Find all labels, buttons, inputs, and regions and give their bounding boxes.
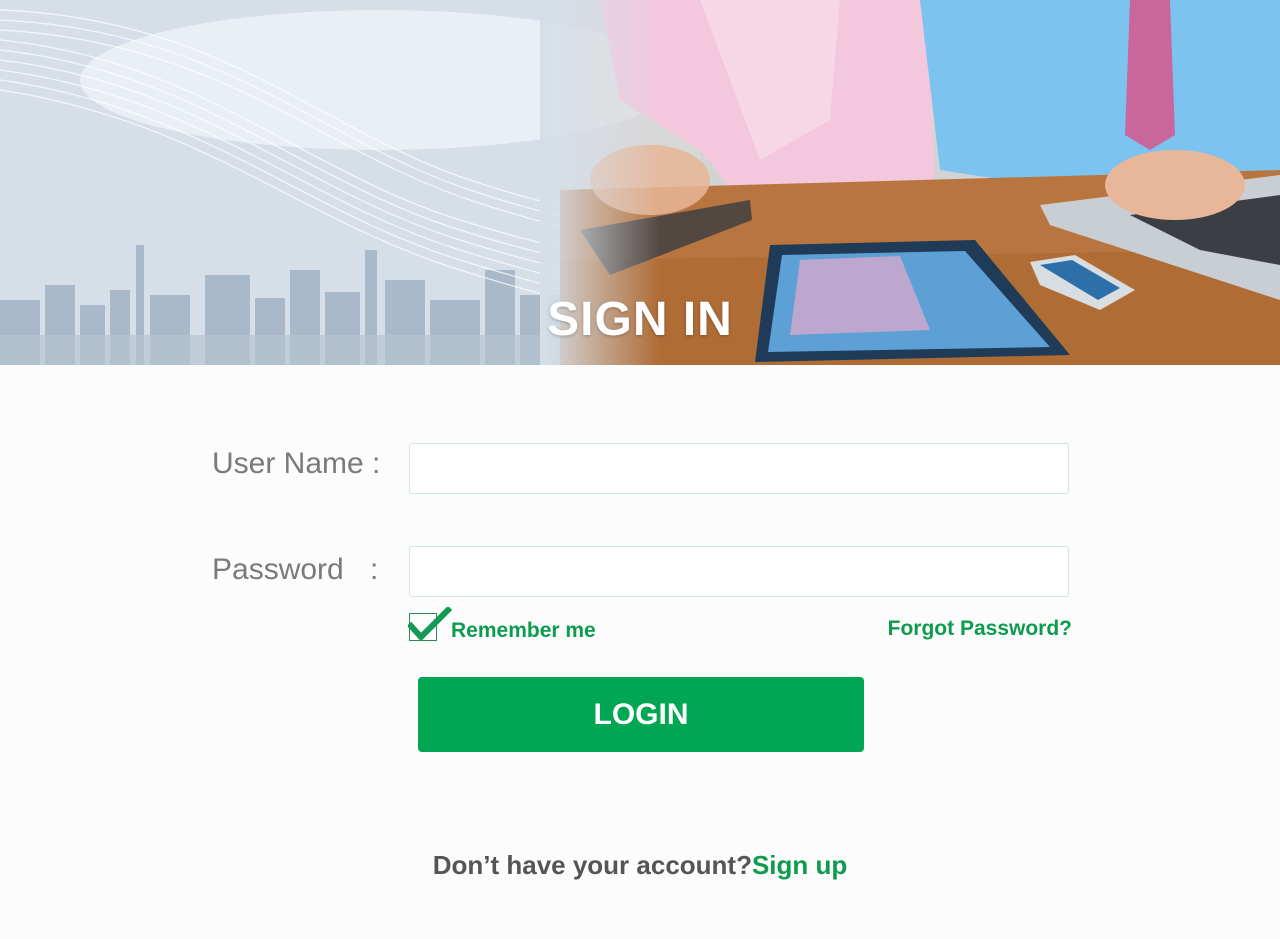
username-input[interactable] [409, 443, 1069, 494]
page-title: SIGN IN [547, 293, 733, 346]
password-input[interactable] [409, 546, 1069, 597]
signup-prompt-text: Don’t have your account? [432, 850, 752, 880]
signup-link[interactable]: Sign up [752, 850, 847, 880]
password-label-colon: : [370, 553, 379, 586]
checkmark-icon [408, 607, 452, 642]
remember-me-label: Remember me [451, 619, 596, 642]
signup-prompt: Don’t have your account?Sign up [0, 850, 1280, 881]
username-label: User Name : [212, 447, 381, 480]
password-label: Password [212, 553, 344, 586]
header-banner: SIGN IN [0, 0, 1280, 365]
login-button[interactable]: LOGIN [418, 677, 864, 752]
forgot-password-link[interactable]: Forgot Password? [888, 617, 1072, 641]
